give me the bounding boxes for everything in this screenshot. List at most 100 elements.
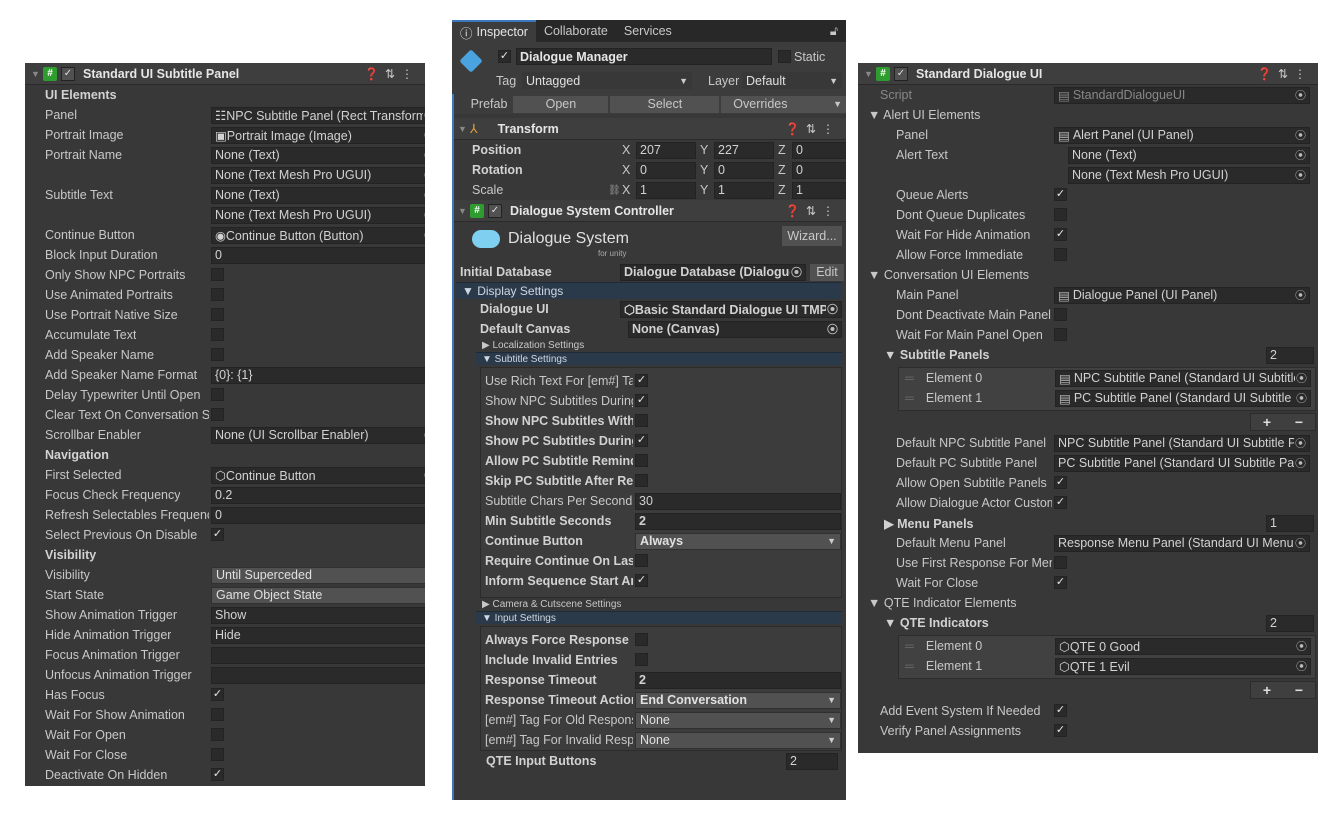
transform-x-field[interactable]: X1 — [622, 181, 696, 199]
fold-arrow-icon[interactable]: ▼ — [458, 124, 470, 134]
element-field[interactable]: ⬡QTE 1 Evil ⦿ — [1055, 657, 1311, 675]
add-speaker-name-checkbox[interactable] — [211, 348, 224, 361]
transform-y-field[interactable]: Y 227 — [700, 141, 774, 159]
default-menu-panel-field[interactable]: Response Menu Panel (Standard UI Menu Pa… — [1054, 534, 1310, 552]
plus-icon[interactable]: + — [1263, 414, 1271, 430]
dont-queue-duplicates-checkbox[interactable] — [1054, 208, 1067, 221]
transform-y-field[interactable]: Y1 — [700, 181, 774, 199]
object-picker-icon[interactable]: ⦿ — [423, 168, 425, 183]
add-speaker-name-format-field[interactable]: {0}: {1} — [211, 366, 425, 384]
default-npc-subtitle-panel-field[interactable]: NPC Subtitle Panel (Standard UI Subtitle… — [1054, 434, 1310, 452]
object-picker-icon[interactable]: ⦿ — [1295, 391, 1307, 406]
object-picker-icon[interactable]: ⦿ — [423, 108, 425, 123]
refresh-selectables-frequency-field[interactable]: 0 — [211, 506, 425, 524]
object-picker-icon[interactable]: ⦿ — [423, 228, 425, 243]
component-tools-icon[interactable]: ❓⇅⋮ — [785, 122, 840, 136]
component-tools-icon[interactable]: ❓⇅⋮ — [785, 204, 840, 218]
transform-header[interactable]: ▼ ⅄ Transform ❓⇅⋮ — [452, 118, 846, 140]
default-canvas-field[interactable]: None (Canvas) ⦿ — [628, 320, 842, 338]
tag-dropdown[interactable]: Untagged ▼ — [522, 72, 692, 89]
wait-for-close-checkbox[interactable]: ✓ — [1054, 576, 1067, 589]
skip-pc-subtitle-after-response-menu-checkbox[interactable] — [635, 474, 648, 487]
object-name-field[interactable]: Dialogue Manager — [516, 48, 772, 65]
allow-dialogue-actor-custom-panels-checkbox[interactable]: ✓ — [1054, 496, 1067, 509]
first-selected-field[interactable]: ⬡Continue Button ⦿ — [211, 466, 425, 484]
wait-for-main-panel-open-checkbox[interactable] — [1054, 328, 1067, 341]
controller-header[interactable]: ▼ # ✓ Dialogue System Controller ❓⇅⋮ — [452, 200, 846, 222]
allow-force-immediate-checkbox[interactable] — [1054, 248, 1067, 261]
foldout-alert-ui-elements[interactable]: ▼ Alert UI Elements — [868, 105, 1318, 125]
object-picker-icon[interactable]: ⦿ — [423, 208, 425, 223]
wait-for-close-checkbox[interactable] — [211, 748, 224, 761]
list-element[interactable]: ═ Element 1 ⬡QTE 1 Evil ⦿ — [899, 656, 1315, 676]
min-subtitle-seconds-field[interactable]: 2 — [635, 512, 841, 530]
select-previous-on-disable-checkbox[interactable]: ✓ — [211, 528, 224, 541]
blank-field[interactable]: None (Text Mesh Pro UGUI) ⦿ — [1068, 166, 1310, 184]
continue-button-field[interactable]: ◉Continue Button (Button) ⦿ — [211, 226, 425, 244]
transform-z-field[interactable]: Z0 — [778, 141, 846, 159]
lock-icon[interactable]: 🔓︎ — [830, 24, 838, 39]
edit-button[interactable]: Edit — [810, 263, 844, 281]
object-picker-icon[interactable]: ⦿ — [1294, 128, 1306, 143]
add-remove-control[interactable]: + − — [1250, 681, 1316, 699]
object-picker-icon[interactable]: ⦿ — [423, 148, 425, 163]
qte-input-buttons-count[interactable]: 2 — [786, 752, 838, 770]
transform-x-field[interactable]: X0 — [622, 161, 696, 179]
hide-animation-trigger-field[interactable]: Hide — [211, 626, 425, 644]
response-timeout-field[interactable]: 2 — [635, 671, 841, 689]
delay-typewriter-until-open-checkbox[interactable] — [211, 388, 224, 401]
alert-text-field[interactable]: None (Text) ⦿ — [1068, 146, 1310, 164]
array-size-field[interactable]: 1 — [1266, 514, 1314, 532]
use-portrait-native-size-checkbox[interactable] — [211, 308, 224, 321]
element-field[interactable]: ▤ PC Subtitle Panel (Standard UI Subtitle… — [1055, 389, 1311, 407]
subtitle-settings-foldout[interactable]: ▼ Subtitle Settings — [476, 352, 842, 365]
prefab-select-button[interactable]: Select — [610, 95, 720, 113]
fold-arrow-icon[interactable]: ▼ — [31, 69, 43, 79]
menu-panels-array[interactable]: ▶ Menu Panels 1 — [868, 513, 1318, 533]
fold-arrow-icon[interactable]: ▼ — [458, 206, 470, 216]
list-element[interactable]: ═ Element 0 ▤ NPC Subtitle Panel (Standard … — [899, 368, 1315, 388]
object-picker-icon[interactable]: ⦿ — [1294, 168, 1306, 183]
object-picker-icon[interactable]: ⦿ — [1295, 371, 1307, 386]
static-checkbox[interactable] — [778, 50, 791, 63]
component-tools-icon[interactable]: ❓⇅⋮ — [364, 67, 419, 81]
show-npc-subtitles-during-line-checkbox[interactable]: ✓ — [635, 394, 648, 407]
wait-for-hide-animation-checkbox[interactable]: ✓ — [1054, 228, 1067, 241]
focus-check-frequency-field[interactable]: 0.2 — [211, 486, 425, 504]
prefab-overrides-dropdown[interactable]: Overrides ▼ — [721, 95, 846, 113]
em-tag-for-old-responses-dropdown[interactable]: None ▼ — [635, 711, 841, 729]
object-picker-icon[interactable]: ⦿ — [1294, 436, 1306, 451]
use-animated-portraits-checkbox[interactable] — [211, 288, 224, 301]
subtitle-chars-per-second-field[interactable]: 30 — [635, 492, 841, 510]
object-picker-icon[interactable]: ⦿ — [1294, 456, 1306, 471]
object-picker-icon[interactable]: ⦿ — [1295, 639, 1307, 654]
continue-button-dropdown[interactable]: Always ▼ — [635, 532, 841, 550]
tab-collaborate[interactable]: Collaborate — [536, 20, 616, 42]
plus-icon[interactable]: + — [1263, 682, 1271, 698]
show-pc-subtitles-during-line-checkbox[interactable]: ✓ — [635, 434, 648, 447]
enabled-checkbox[interactable]: ✓ — [894, 66, 908, 81]
object-picker-icon[interactable]: ⦿ — [423, 428, 425, 443]
verify-panel-assignments-checkbox[interactable]: ✓ — [1054, 724, 1067, 737]
object-picker-icon[interactable]: ⦿ — [1294, 148, 1306, 163]
main-panel-field[interactable]: ▤ Dialogue Panel (UI Panel) ⦿ — [1054, 286, 1310, 304]
component-header[interactable]: ▼ # ✓ Standard UI Subtitle Panel ❓⇅⋮ — [25, 63, 425, 85]
wait-for-open-checkbox[interactable] — [211, 728, 224, 741]
foldout-conversation-ui-elements[interactable]: ▼ Conversation UI Elements — [868, 265, 1318, 285]
has-focus-checkbox[interactable]: ✓ — [211, 688, 224, 701]
subtitle-panels-array[interactable]: ▼ Subtitle Panels 2 — [868, 345, 1318, 365]
drag-handle-icon[interactable]: ═ — [905, 391, 914, 405]
tab-services[interactable]: Services — [616, 20, 680, 42]
tab-inspector[interactable]: ⓘ Inspector — [452, 20, 536, 42]
portrait-name-field[interactable]: None (Text) ⦿ — [211, 146, 425, 164]
unfocus-animation-trigger-field[interactable] — [211, 666, 425, 684]
use-first-response-for-menu-panel-checkbox[interactable] — [1054, 556, 1067, 569]
portrait-image-field[interactable]: ▣Portrait Image (Image) ⦿ — [211, 126, 425, 144]
inform-sequence-start-and-end-checkbox[interactable]: ✓ — [635, 574, 648, 587]
constrain-proportions-icon[interactable]: ⛓ — [608, 185, 621, 196]
add-remove-control[interactable]: + − — [1250, 413, 1316, 431]
show-npc-subtitles-with-responses-checkbox[interactable] — [635, 414, 648, 427]
drag-handle-icon[interactable]: ═ — [905, 639, 914, 653]
dont-deactivate-main-panel-checkbox[interactable] — [1054, 308, 1067, 321]
require-continue-on-last-line-checkbox[interactable] — [635, 554, 648, 567]
